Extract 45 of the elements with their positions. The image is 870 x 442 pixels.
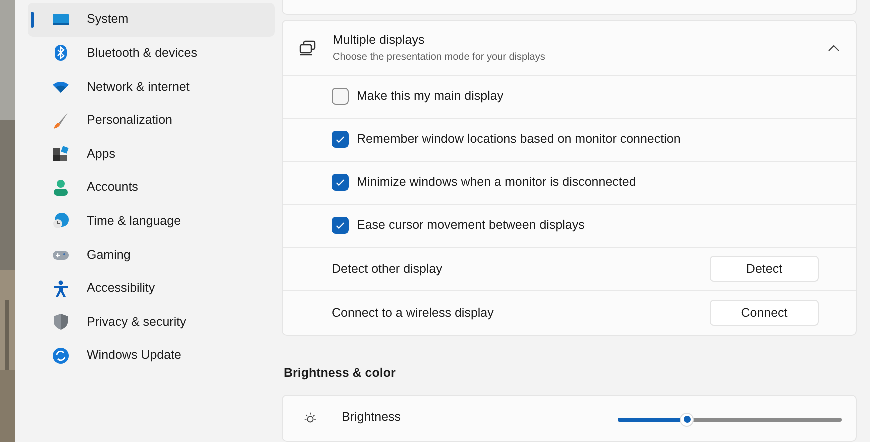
sun-icon [303,410,318,426]
sidebar-item[interactable]: Gaming [28,238,275,272]
sidebar-item[interactable]: Network & internet [28,70,275,104]
action-button[interactable]: Detect [710,256,819,282]
sidebar-item[interactable]: Accessibility [28,272,275,306]
setting-label: Connect to a wireless display [332,304,495,322]
checkmark-icon [335,134,346,146]
bluetooth-icon [52,44,70,62]
checkbox-label: Ease cursor movement between displays [357,217,585,234]
sidebar-item[interactable]: Apps [28,137,275,171]
globe-clock-icon [52,212,70,230]
displays-icon [299,40,317,56]
checkbox-label: Remember window locations based on monitor connection [357,131,681,148]
accessibility-icon [52,280,70,298]
sidebar-item[interactable]: Accounts [28,170,275,205]
checkmark-icon [335,220,346,232]
sidebar-item[interactable]: Windows Update [28,338,275,373]
checkbox[interactable] [332,174,349,192]
expander-header[interactable]: Multiple displays Choose the presentation mode for your displays [283,20,856,76]
brightness-slider[interactable] [618,412,842,426]
checkbox[interactable] [332,88,349,106]
selection-indicator [31,12,34,28]
sidebar-item[interactable]: Time & language [28,204,275,238]
setting-label: Brightness [342,408,402,426]
checkbox-label: Minimize windows when a monitor is disconnected [357,174,636,192]
checkbox-label: Make this my main display [357,88,504,106]
card-subtitle: Choose the presentation mode for your displays [333,50,546,65]
sidebar-item[interactable]: Personalization [28,104,275,138]
sidebar-item[interactable]: Privacy & security [28,305,275,339]
chevron-up-icon [828,44,840,52]
sidebar-item[interactable]: System [28,3,275,37]
shield-icon [52,313,70,332]
setting-label: Detect other display [332,260,444,278]
card-title: Multiple displays [333,32,426,49]
person-icon [52,178,70,197]
paintbrush-icon [52,112,70,130]
action-button[interactable]: Connect [710,300,819,326]
update-icon [52,346,70,365]
checkmark-icon [335,177,346,188]
checkbox[interactable] [332,217,349,234]
sidebar-item[interactable]: Bluetooth & devices [28,36,275,70]
apps-icon [52,145,70,164]
checkbox[interactable] [332,131,349,148]
slider-thumb[interactable] [680,412,694,426]
section-heading: Brightness & color [284,364,397,382]
